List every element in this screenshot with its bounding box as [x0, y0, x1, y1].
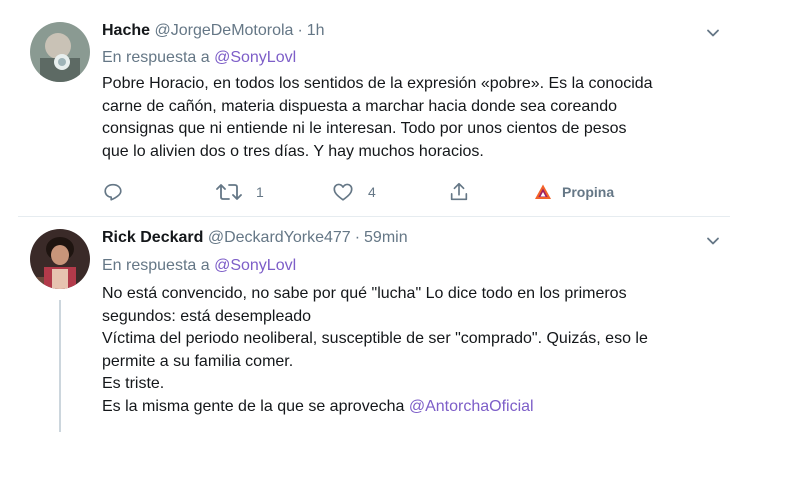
share-button[interactable]: [448, 178, 470, 206]
tweet-hache[interactable]: Hache @JorgeDeMotorola · 1h En respuesta a…: [0, 0, 730, 216]
separator-dot: ·: [297, 22, 303, 39]
brave-tip-icon: [535, 184, 551, 199]
tweet-header: Hache @JorgeDeMotorola · 1h: [102, 22, 325, 46]
tweet-text-line: Es la misma gente de la que se aprovecha: [102, 397, 405, 415]
tweet-text-line: segundos: está desempleado: [102, 307, 312, 325]
tweet-text-line: No está convencido, no sabe por qué "luc…: [102, 285, 627, 302]
thread-line: [59, 300, 61, 432]
tweet-text-line: Pobre Horacio, en todos los sentidos de …: [102, 75, 653, 92]
tweet-rick-deckard[interactable]: Rick Deckard @DeckardYorke477 · 59min En r…: [0, 217, 730, 484]
retweet-button[interactable]: 1: [216, 178, 264, 206]
reply-icon: [104, 183, 122, 201]
like-button[interactable]: 4: [332, 178, 376, 206]
tweet-header: Rick Deckard @DeckardYorke477 · 59min: [102, 229, 408, 253]
display-name[interactable]: Rick Deckard: [102, 229, 203, 246]
display-name[interactable]: Hache: [102, 22, 150, 39]
reply-mention-link[interactable]: @SonyLovl: [214, 257, 296, 274]
tweet-actions: 1 4 Propina: [102, 178, 722, 206]
separator-dot: ·: [354, 229, 361, 246]
reply-mention-link[interactable]: @SonyLovl: [214, 49, 296, 66]
tweet-text-line: consignas que ni entiende ni le interesa…: [102, 120, 627, 137]
reply-prefix: En respuesta a: [102, 257, 210, 274]
reply-button[interactable]: [102, 178, 124, 206]
tweet-text: Pobre Horacio, en todos los sentidos de …: [102, 73, 720, 163]
tip-button[interactable]: Propina: [534, 178, 614, 206]
avatar-image-hache: [30, 22, 90, 82]
avatar[interactable]: [30, 229, 90, 289]
reply-prefix: En respuesta a: [102, 49, 210, 66]
retweet-count: 1: [256, 184, 264, 200]
user-handle[interactable]: @JorgeDeMotorola: [154, 22, 293, 39]
timestamp[interactable]: 59min: [364, 229, 408, 246]
tweet-text-line: Víctima del periodo neoliberal, suscepti…: [102, 330, 648, 347]
like-count: 4: [368, 184, 376, 200]
share-icon: [450, 182, 468, 201]
user-handle[interactable]: @DeckardYorke477: [208, 229, 351, 246]
tweet-text-line: que lo alivien dos o tres días. Y hay mu…: [102, 142, 484, 160]
reply-context: En respuesta a @SonyLovl: [102, 257, 296, 275]
tweet-text: No está convencido, no sabe por qué "luc…: [102, 283, 720, 418]
heart-icon: [333, 183, 353, 201]
tip-label: Propina: [562, 184, 615, 200]
tweet-text-line-with-mention: Es la misma gente de la que se aprovecha…: [102, 396, 720, 419]
avatar[interactable]: [30, 22, 90, 82]
timestamp[interactable]: 1h: [307, 22, 325, 39]
chevron-down-icon[interactable]: [706, 234, 720, 248]
tweet-text-line: carne de cañón, materia dispuesta a marc…: [102, 97, 617, 115]
mention-link[interactable]: @AntorchaOficial: [409, 398, 534, 415]
avatar-image-rick-deckard: [30, 229, 90, 289]
reply-context: En respuesta a @SonyLovl: [102, 49, 296, 67]
retweet-icon: [216, 184, 242, 200]
tweet-text-line: Es triste.: [102, 375, 165, 392]
chevron-down-icon[interactable]: [706, 26, 720, 40]
tweet-text-line: permite a su familia comer.: [102, 352, 294, 370]
